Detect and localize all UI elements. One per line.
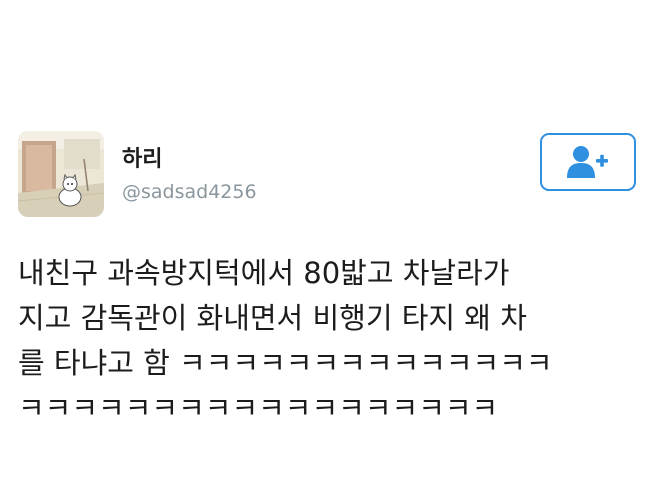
add-user-icon	[567, 146, 608, 178]
tweet-text: 내친구 과속방지턱에서 80밟고 차날라가 지고 감독관이 화내면서 비행기 타…	[18, 251, 643, 431]
tweet-line: 지고 감독관이 화내면서 비행기 타지 왜 차	[18, 301, 527, 335]
cartoon-cat-avatar-icon	[18, 131, 104, 217]
tweet-line: ㅋㅋㅋㅋㅋㅋㅋㅋㅋㅋㅋㅋㅋㅋㅋㅋㅋㅋ	[18, 391, 499, 425]
tweet-line: 내친구 과속방지턱에서 80밟고 차날라가	[18, 256, 510, 290]
tweet-line: 를 타냐고 함 ㅋㅋㅋㅋㅋㅋㅋㅋㅋㅋㅋㅋㅋㅋ	[18, 346, 553, 380]
follow-button[interactable]	[540, 133, 636, 191]
user-handle[interactable]: @sadsad4256	[122, 180, 257, 204]
display-name[interactable]: 하리	[122, 147, 162, 173]
avatar[interactable]	[18, 131, 104, 217]
